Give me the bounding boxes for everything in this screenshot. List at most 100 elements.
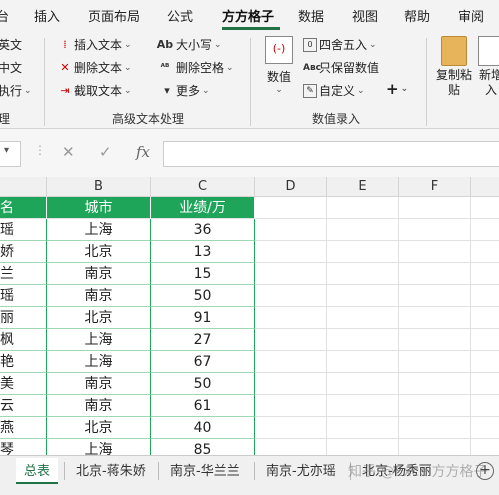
sheet-tab-nanjing-1[interactable]: 南京-华兰兰 xyxy=(170,460,240,479)
empty-cell[interactable] xyxy=(399,373,471,395)
empty-cell[interactable] xyxy=(471,351,499,373)
table-cell[interactable]: 娇 xyxy=(0,241,47,263)
table-cell[interactable]: 50 xyxy=(151,285,255,307)
english-button[interactable]: 英文 xyxy=(0,36,22,53)
empty-cell[interactable] xyxy=(327,197,399,219)
table-cell[interactable]: 艳 xyxy=(0,351,47,373)
table-cell[interactable]: 北京 xyxy=(47,241,151,263)
empty-cell[interactable] xyxy=(471,263,499,285)
case-button[interactable]: Ab 大小写 ⌄ xyxy=(156,36,222,53)
empty-cell[interactable] xyxy=(471,439,499,455)
formula-input[interactable] xyxy=(163,141,499,167)
tab-fangfang[interactable]: 方方格子 xyxy=(222,6,274,25)
chinese-button[interactable]: 中文 xyxy=(0,59,22,76)
table-cell[interactable]: 枫 xyxy=(0,329,47,351)
table-cell[interactable]: 上海 xyxy=(47,439,151,455)
empty-cell[interactable] xyxy=(471,219,499,241)
table-cell[interactable]: 云 xyxy=(0,395,47,417)
tab-page-layout[interactable]: 页面布局 xyxy=(88,6,140,25)
table-cell[interactable]: 50 xyxy=(151,373,255,395)
empty-cell[interactable] xyxy=(399,329,471,351)
col-header-c[interactable]: C xyxy=(151,177,255,197)
sheet-tab-summary[interactable]: 总表 xyxy=(16,458,59,484)
empty-cell[interactable] xyxy=(399,395,471,417)
keep-value-button[interactable]: Aʙᴄ 只保留数值 xyxy=(303,59,379,76)
tab-formulas[interactable]: 公式 xyxy=(167,6,193,25)
empty-cell[interactable] xyxy=(255,373,327,395)
empty-cell[interactable] xyxy=(399,197,471,219)
function-icon[interactable]: fx xyxy=(136,143,150,161)
empty-cell[interactable] xyxy=(399,285,471,307)
col-header-g[interactable] xyxy=(471,177,499,197)
header-cell[interactable]: 城市 xyxy=(47,197,151,219)
sheet-tab-beijing-1[interactable]: 北京-蒋朱娇 xyxy=(76,460,146,479)
empty-cell[interactable] xyxy=(471,241,499,263)
empty-cell[interactable] xyxy=(471,395,499,417)
table-cell[interactable]: 美 xyxy=(0,373,47,395)
insert-text-button[interactable]: ⁞ 插入文本 ⌄ xyxy=(58,36,131,53)
table-cell[interactable]: 61 xyxy=(151,395,255,417)
confirm-icon[interactable]: ✓ xyxy=(99,143,112,161)
table-cell[interactable]: 南京 xyxy=(47,395,151,417)
empty-cell[interactable] xyxy=(327,241,399,263)
table-cell[interactable]: 南京 xyxy=(47,263,151,285)
table-cell[interactable]: 85 xyxy=(151,439,255,455)
empty-cell[interactable] xyxy=(471,285,499,307)
empty-cell[interactable] xyxy=(327,439,399,455)
header-cell[interactable]: 业绩/万 xyxy=(151,197,255,219)
empty-cell[interactable] xyxy=(255,439,327,455)
table-cell[interactable]: 13 xyxy=(151,241,255,263)
table-cell[interactable]: 兰 xyxy=(0,263,47,285)
empty-cell[interactable] xyxy=(327,417,399,439)
name-box-dropdown-icon[interactable]: ▾ xyxy=(4,145,9,156)
table-cell[interactable]: 上海 xyxy=(47,219,151,241)
empty-cell[interactable] xyxy=(399,307,471,329)
table-cell[interactable]: 67 xyxy=(151,351,255,373)
empty-cell[interactable] xyxy=(255,263,327,285)
empty-cell[interactable] xyxy=(327,263,399,285)
col-header-d[interactable]: D xyxy=(255,177,327,197)
empty-cell[interactable] xyxy=(471,307,499,329)
copy-paste-button[interactable]: 复制粘 贴 xyxy=(432,36,476,98)
table-cell[interactable]: 91 xyxy=(151,307,255,329)
round-button[interactable]: 0 四舍五入 ⌄ xyxy=(303,36,377,53)
new-add-button[interactable]: 新增 入 xyxy=(476,36,499,98)
table-cell[interactable]: 燕 xyxy=(0,417,47,439)
empty-cell[interactable] xyxy=(399,439,471,455)
empty-cell[interactable] xyxy=(399,351,471,373)
empty-cell[interactable] xyxy=(471,197,499,219)
extract-text-button[interactable]: ⇥ 截取文本 ⌄ xyxy=(58,82,131,99)
empty-cell[interactable] xyxy=(471,329,499,351)
table-cell[interactable]: 上海 xyxy=(47,351,151,373)
table-cell[interactable]: 27 xyxy=(151,329,255,351)
empty-cell[interactable] xyxy=(255,219,327,241)
table-cell[interactable]: 丽 xyxy=(0,307,47,329)
splitter-handle-icon[interactable]: ⋮ xyxy=(34,143,46,157)
execute-button[interactable]: 执行 ⌄ xyxy=(0,82,32,99)
empty-cell[interactable] xyxy=(327,351,399,373)
table-cell[interactable]: 上海 xyxy=(47,329,151,351)
empty-cell[interactable] xyxy=(399,219,471,241)
table-cell[interactable]: 北京 xyxy=(47,307,151,329)
empty-cell[interactable] xyxy=(255,307,327,329)
col-header-b[interactable]: B xyxy=(47,177,151,197)
table-cell[interactable]: 40 xyxy=(151,417,255,439)
table-cell[interactable]: 北京 xyxy=(47,417,151,439)
header-cell[interactable]: 名 xyxy=(0,197,47,219)
empty-cell[interactable] xyxy=(399,417,471,439)
empty-cell[interactable] xyxy=(327,329,399,351)
table-cell[interactable]: 南京 xyxy=(47,373,151,395)
table-cell[interactable]: 南京 xyxy=(47,285,151,307)
empty-cell[interactable] xyxy=(399,241,471,263)
delete-text-button[interactable]: ✕ 删除文本 ⌄ xyxy=(58,59,131,76)
empty-cell[interactable] xyxy=(255,329,327,351)
sheet-tab-nanjing-2[interactable]: 南京-尤亦瑶 xyxy=(266,460,336,479)
empty-cell[interactable] xyxy=(255,395,327,417)
tab-help[interactable]: 帮助 xyxy=(404,6,430,25)
empty-cell[interactable] xyxy=(327,219,399,241)
empty-cell[interactable] xyxy=(255,241,327,263)
empty-cell[interactable] xyxy=(255,285,327,307)
tab-review[interactable]: 审阅 xyxy=(458,6,484,25)
plus-button[interactable]: + ⌄ xyxy=(386,80,408,98)
col-header-a[interactable] xyxy=(0,177,47,197)
